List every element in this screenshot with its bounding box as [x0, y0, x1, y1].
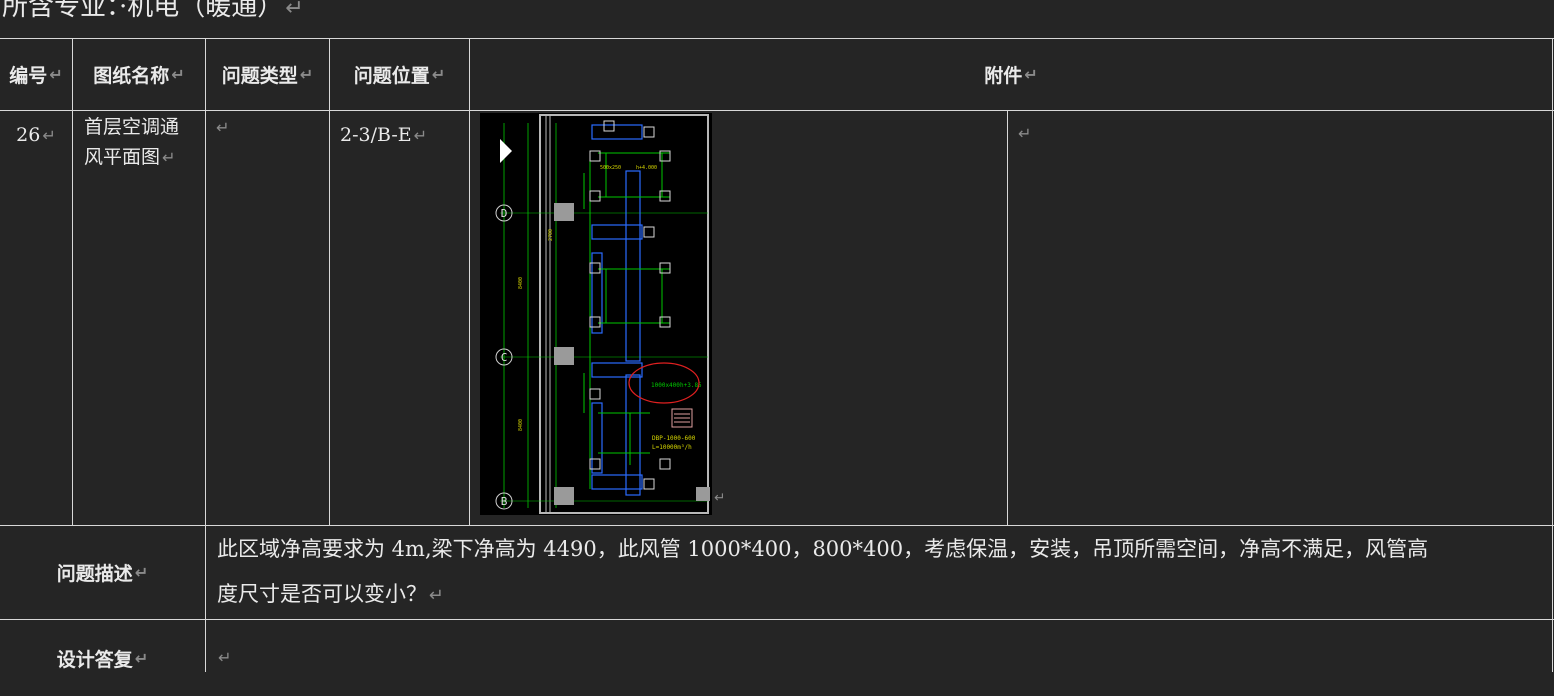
column-divider	[72, 38, 73, 525]
column-divider	[469, 38, 470, 525]
cell-issue-type: ↵	[216, 118, 230, 137]
annotation-text: 1000x400	[651, 382, 680, 389]
column-divider	[329, 38, 330, 525]
header-row-border	[0, 110, 1554, 111]
cell-number: 26 ↵	[16, 124, 56, 146]
hvac-drawing-image[interactable]: D C B 1000x400 h+3.85 DBP-1000-600 L=100…	[480, 113, 712, 515]
section-heading: 所含专业：·机电（暖通）↵	[2, 0, 304, 22]
header-issue-location: 问题位置 ↵	[353, 65, 446, 87]
header-attachment: 附件 ↵	[984, 65, 1038, 87]
annotation-text: 8400	[518, 277, 524, 289]
cell-issue-location: 2-3/B-E ↵	[340, 124, 428, 146]
annotation-text: 2700	[548, 229, 554, 241]
annotation-text: DBP-1000-600	[652, 435, 696, 442]
column-divider	[1007, 110, 1008, 525]
annotation-text: L=10000m³/h	[652, 444, 692, 451]
header-drawing-name: 图纸名称 ↵	[93, 65, 185, 87]
annotation-text: h+4.000	[636, 165, 657, 171]
header-issue-type: 问题类型 ↵	[221, 65, 314, 87]
cell-attachment-extra: ↵	[1018, 124, 1032, 143]
description-label: 问题描述 ↵	[56, 563, 149, 585]
annotation-text: 500x250	[600, 165, 621, 171]
axis-label-c: C	[501, 351, 508, 364]
table-right-border	[1552, 38, 1553, 672]
cell-drawing-name: 首层空调通 风平面图 ↵	[84, 116, 180, 168]
column-divider	[205, 38, 206, 672]
description-text: 此区域净高要求为 4m,梁下净高为 4490，此风管 1000*400，800*…	[217, 537, 1429, 606]
reply-text[interactable]: ↵	[216, 642, 232, 673]
header-number: 编号 ↵	[9, 65, 63, 87]
annotation-text: 8400	[518, 419, 524, 431]
reply-label: 设计答复 ↵	[56, 648, 149, 671]
description-row-border	[0, 619, 1554, 620]
image-return-mark: ↵	[714, 490, 726, 506]
row-border	[0, 525, 1554, 526]
axis-label-d: D	[501, 207, 508, 220]
axis-label-b: B	[501, 495, 508, 508]
